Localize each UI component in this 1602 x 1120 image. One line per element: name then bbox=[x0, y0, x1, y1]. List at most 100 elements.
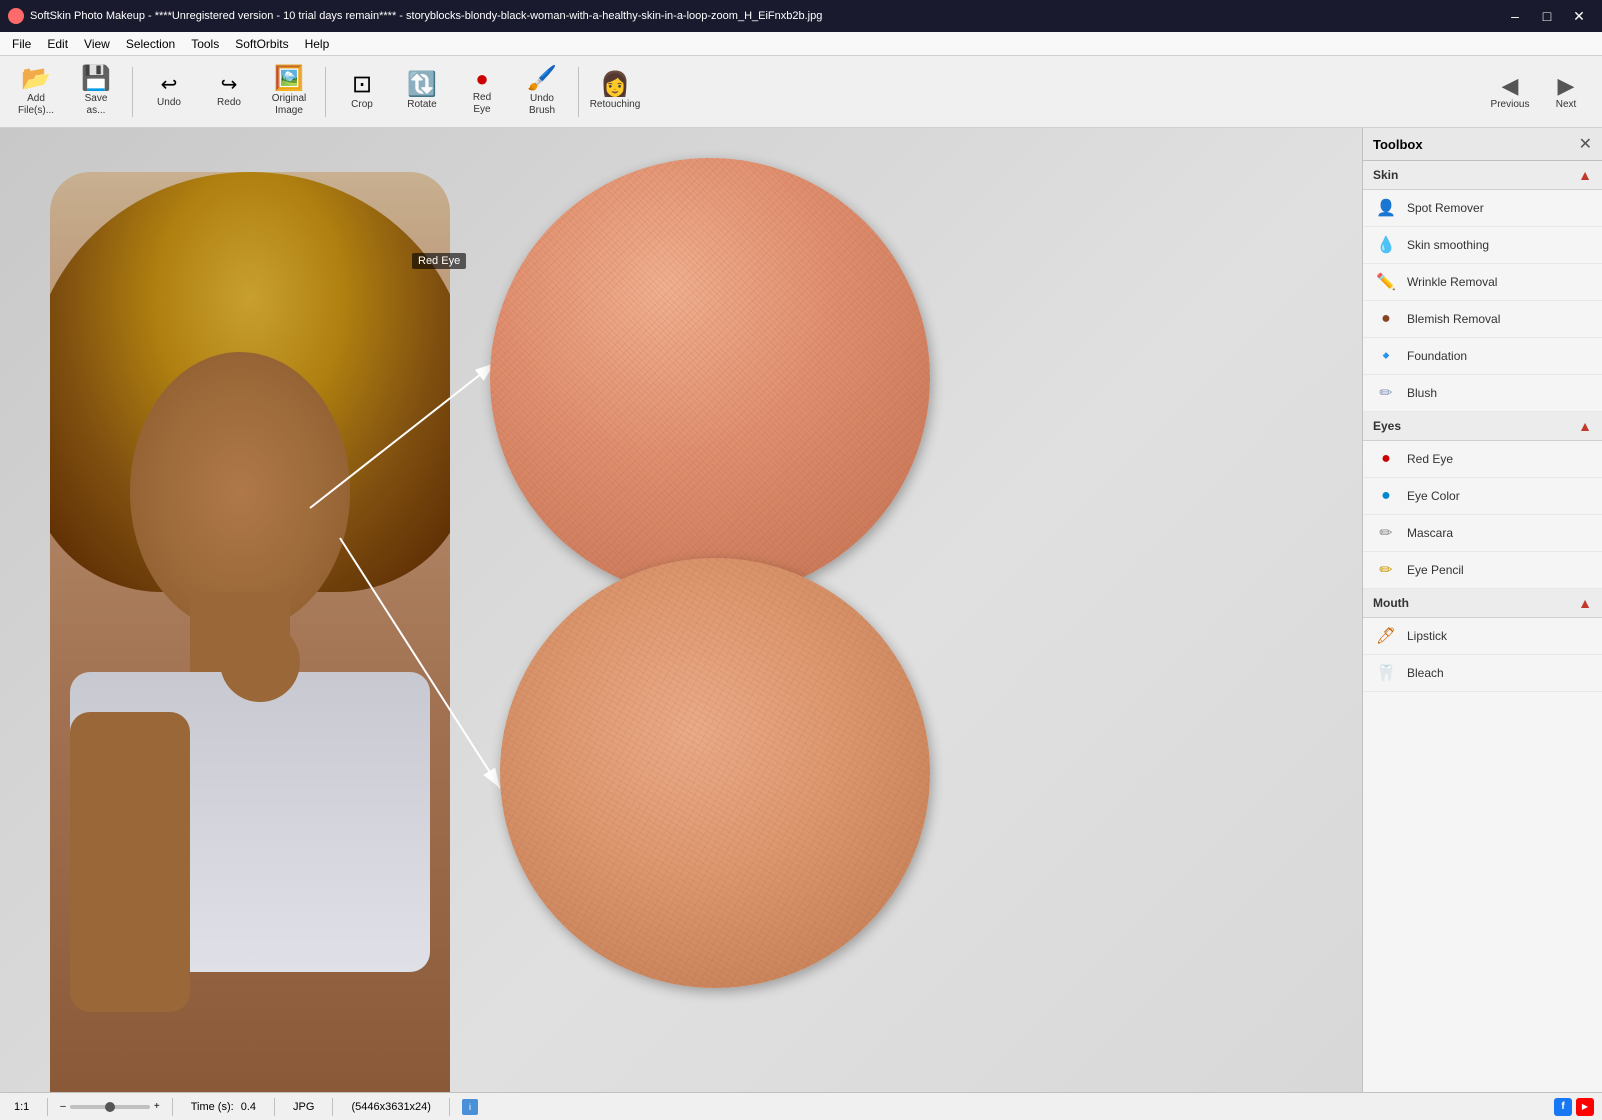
info-icon-text: i bbox=[469, 1102, 471, 1112]
status-sep-4 bbox=[332, 1098, 333, 1116]
blemish-removal-icon: ● bbox=[1375, 308, 1397, 330]
format-label: JPG bbox=[287, 1101, 320, 1113]
photo-red-eye-label: Red Eye bbox=[412, 253, 466, 269]
maximize-button[interactable]: □ bbox=[1532, 6, 1562, 26]
menu-bar: File Edit View Selection Tools SoftOrbit… bbox=[0, 32, 1602, 56]
spot-remover-tool[interactable]: 👤 Spot Remover bbox=[1363, 190, 1602, 227]
blemish-removal-label: Blemish Removal bbox=[1407, 312, 1500, 326]
status-bar: 1:1 – + Time (s): 0.4 JPG (5446x3631x24)… bbox=[0, 1092, 1602, 1120]
add-file-button[interactable]: 📂 AddFile(s)... bbox=[8, 62, 64, 122]
zoom-slider[interactable] bbox=[70, 1105, 150, 1109]
retouching-label: Retouching bbox=[590, 99, 641, 111]
mascara-tool[interactable]: ✏ Mascara bbox=[1363, 515, 1602, 552]
skin-texture-bottom bbox=[500, 558, 930, 988]
zoom-slider-control[interactable]: – + bbox=[60, 1101, 159, 1112]
foundation-label: Foundation bbox=[1407, 349, 1467, 363]
time-label-text: Time (s): bbox=[191, 1101, 234, 1113]
menu-selection[interactable]: Selection bbox=[118, 35, 183, 53]
nav-area: ◀ Previous ▶ Next bbox=[1482, 62, 1594, 122]
red-eye-tool-icon: ● bbox=[1375, 448, 1397, 470]
youtube-icon[interactable]: ▶ bbox=[1576, 1098, 1594, 1116]
menu-file[interactable]: File bbox=[4, 35, 39, 53]
undo-button[interactable]: ↩ Undo bbox=[141, 62, 197, 122]
arm bbox=[70, 712, 190, 1012]
zoom-thumb[interactable] bbox=[105, 1102, 115, 1112]
zoom-level: 1:1 bbox=[8, 1101, 35, 1113]
save-label: Saveas... bbox=[85, 93, 108, 117]
lipstick-icon: 🖊 bbox=[1375, 625, 1397, 647]
menu-tools[interactable]: Tools bbox=[183, 35, 227, 53]
add-file-label: AddFile(s)... bbox=[18, 93, 54, 117]
mouth-section-header[interactable]: Mouth ▲ bbox=[1363, 589, 1602, 618]
mascara-icon: ✏ bbox=[1375, 522, 1397, 544]
separator-3 bbox=[578, 67, 579, 117]
zoom-plus-icon: + bbox=[154, 1101, 160, 1112]
next-button[interactable]: ▶ Next bbox=[1538, 62, 1594, 122]
eyes-section-label: Eyes bbox=[1373, 419, 1401, 433]
toolbox-close-button[interactable]: ✕ bbox=[1579, 134, 1592, 154]
menu-view[interactable]: View bbox=[76, 35, 118, 53]
title-bar: SoftSkin Photo Makeup - ****Unregistered… bbox=[0, 0, 1602, 32]
skin-smoothing-tool[interactable]: 💧 Skin smoothing bbox=[1363, 227, 1602, 264]
mascara-label: Mascara bbox=[1407, 526, 1453, 540]
blush-tool[interactable]: ✏ Blush bbox=[1363, 375, 1602, 412]
mouth-section-label: Mouth bbox=[1373, 596, 1409, 610]
retouching-icon: 👩 bbox=[600, 73, 630, 97]
separator-1 bbox=[132, 67, 133, 117]
rotate-button[interactable]: 🔃 Rotate bbox=[394, 62, 450, 122]
window-controls: – □ ✕ bbox=[1500, 6, 1594, 26]
status-sep-3 bbox=[274, 1098, 275, 1116]
woman-photo-area bbox=[0, 128, 500, 1092]
wrinkle-removal-tool[interactable]: ✏️ Wrinkle Removal bbox=[1363, 264, 1602, 301]
skin-section-collapse-icon: ▲ bbox=[1578, 167, 1592, 183]
undo-brush-button[interactable]: 🖌️ UndoBrush bbox=[514, 62, 570, 122]
redo-button[interactable]: ↪ Redo bbox=[201, 62, 257, 122]
mouth-section-collapse-icon: ▲ bbox=[1578, 595, 1592, 611]
lipstick-tool[interactable]: 🖊 Lipstick bbox=[1363, 618, 1602, 655]
rotate-label: Rotate bbox=[407, 99, 436, 111]
time-label: Time (s): 0.4 bbox=[185, 1101, 262, 1113]
crop-button[interactable]: ⊡ Crop bbox=[334, 62, 390, 122]
woman-body bbox=[50, 172, 450, 1092]
red-eye-tool[interactable]: ● Red Eye bbox=[1363, 441, 1602, 478]
lipstick-label: Lipstick bbox=[1407, 629, 1447, 643]
crop-icon: ⊡ bbox=[352, 73, 372, 97]
red-eye-toolbar-button[interactable]: ● RedEye bbox=[454, 62, 510, 122]
toolbox-title: Toolbox bbox=[1373, 137, 1423, 152]
menu-softorbits[interactable]: SoftOrbits bbox=[227, 35, 296, 53]
menu-help[interactable]: Help bbox=[297, 35, 338, 53]
info-icon[interactable]: i bbox=[462, 1099, 478, 1115]
original-image-button[interactable]: 🖼️ OriginalImage bbox=[261, 62, 317, 122]
blemish-removal-tool[interactable]: ● Blemish Removal bbox=[1363, 301, 1602, 338]
status-sep-2 bbox=[172, 1098, 173, 1116]
eye-color-tool[interactable]: ● Eye Color bbox=[1363, 478, 1602, 515]
minimize-button[interactable]: – bbox=[1500, 6, 1530, 26]
facebook-icon[interactable]: f bbox=[1554, 1098, 1572, 1116]
separator-2 bbox=[325, 67, 326, 117]
retouching-button[interactable]: 👩 Retouching bbox=[587, 62, 643, 122]
eye-pencil-tool[interactable]: ✏ Eye Pencil bbox=[1363, 552, 1602, 589]
previous-button[interactable]: ◀ Previous bbox=[1482, 62, 1538, 122]
canvas-area[interactable]: Red Eye bbox=[0, 128, 1362, 1092]
next-arrow-icon: ▶ bbox=[1558, 73, 1575, 99]
save-icon: 💾 bbox=[81, 67, 111, 91]
eyes-section-header[interactable]: Eyes ▲ bbox=[1363, 412, 1602, 441]
undo-brush-label: UndoBrush bbox=[529, 93, 555, 117]
rotate-icon: 🔃 bbox=[407, 73, 437, 97]
status-sep-1 bbox=[47, 1098, 48, 1116]
eye-pencil-label: Eye Pencil bbox=[1407, 563, 1464, 577]
face bbox=[130, 352, 350, 632]
previous-arrow-icon: ◀ bbox=[1502, 73, 1519, 99]
blush-icon: ✏ bbox=[1375, 382, 1397, 404]
menu-edit[interactable]: Edit bbox=[39, 35, 76, 53]
save-as-button[interactable]: 💾 Saveas... bbox=[68, 62, 124, 122]
skin-section-header[interactable]: Skin ▲ bbox=[1363, 161, 1602, 190]
skin-texture-top bbox=[490, 158, 930, 598]
crop-label: Crop bbox=[351, 99, 373, 111]
bleach-icon: 🦷 bbox=[1375, 662, 1397, 684]
close-button[interactable]: ✕ bbox=[1564, 6, 1594, 26]
bleach-label: Bleach bbox=[1407, 666, 1444, 680]
foundation-tool[interactable]: 🔹 Foundation bbox=[1363, 338, 1602, 375]
bleach-tool[interactable]: 🦷 Bleach bbox=[1363, 655, 1602, 692]
next-label: Next bbox=[1556, 99, 1577, 110]
